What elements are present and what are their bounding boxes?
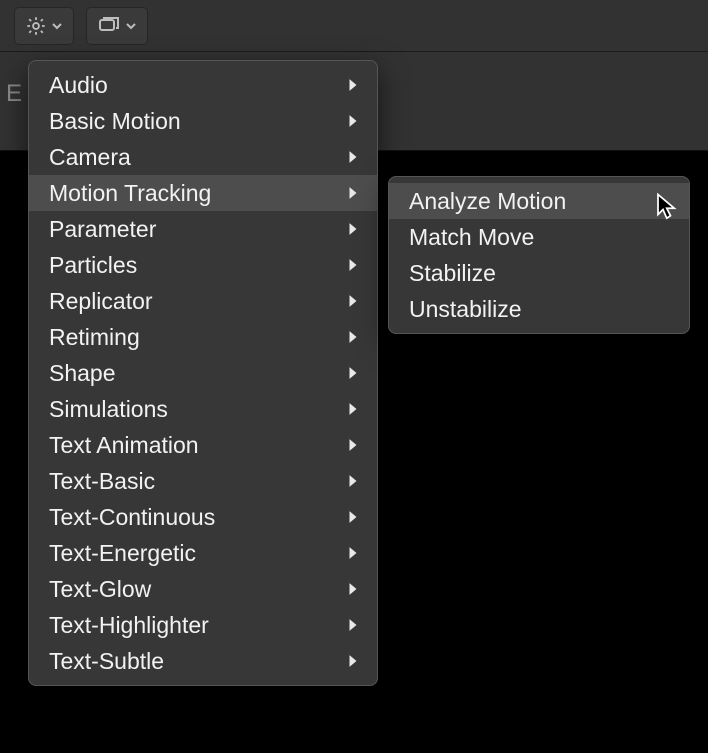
submenu-item-label: Unstabilize — [409, 291, 522, 327]
submenu-item-label: Stabilize — [409, 255, 496, 291]
menu-item-label: Text-Highlighter — [49, 607, 209, 643]
menu-item-label: Parameter — [49, 211, 156, 247]
menu-item-label: Text-Energetic — [49, 535, 196, 571]
submenu-arrow-icon — [347, 294, 359, 308]
menu-item-text-continuous[interactable]: Text-Continuous — [29, 499, 377, 535]
menu-item-label: Basic Motion — [49, 103, 181, 139]
menu-item-text-highlighter[interactable]: Text-Highlighter — [29, 607, 377, 643]
submenu-arrow-icon — [347, 186, 359, 200]
submenu-arrow-icon — [347, 582, 359, 596]
submenu-arrow-icon — [347, 510, 359, 524]
menu-item-label: Simulations — [49, 391, 168, 427]
menu-item-text-basic[interactable]: Text-Basic — [29, 463, 377, 499]
menu-item-motion-tracking[interactable]: Motion Tracking — [29, 175, 377, 211]
menu-item-label: Audio — [49, 67, 108, 103]
chevron-down-icon — [51, 20, 63, 32]
menu-item-text-glow[interactable]: Text-Glow — [29, 571, 377, 607]
submenu-arrow-icon — [347, 330, 359, 344]
toolbar — [0, 0, 708, 52]
submenu-arrow-icon — [347, 78, 359, 92]
menu-item-label: Text-Basic — [49, 463, 155, 499]
menu-item-label: Camera — [49, 139, 131, 175]
gear-icon — [25, 15, 47, 37]
submenu-item-analyze-motion[interactable]: Analyze Motion — [389, 183, 689, 219]
menu-item-label: Text-Subtle — [49, 643, 164, 679]
submenu-item-match-move[interactable]: Match Move — [389, 219, 689, 255]
menu-item-particles[interactable]: Particles — [29, 247, 377, 283]
menu-item-basic-motion[interactable]: Basic Motion — [29, 103, 377, 139]
submenu-arrow-icon — [347, 546, 359, 560]
submenu-item-label: Match Move — [409, 219, 534, 255]
menu-item-label: Retiming — [49, 319, 140, 355]
submenu-arrow-icon — [347, 114, 359, 128]
menu-item-replicator[interactable]: Replicator — [29, 283, 377, 319]
submenu-item-unstabilize[interactable]: Unstabilize — [389, 291, 689, 327]
menu-item-label: Motion Tracking — [49, 175, 211, 211]
menu-item-label: Shape — [49, 355, 116, 391]
menu-item-text-subtle[interactable]: Text-Subtle — [29, 643, 377, 679]
menu-item-parameter[interactable]: Parameter — [29, 211, 377, 247]
inspector-tab-letter: E — [6, 80, 22, 108]
menu-item-label: Particles — [49, 247, 137, 283]
submenu-arrow-icon — [347, 258, 359, 272]
submenu-arrow-icon — [347, 618, 359, 632]
behaviors-menu: AudioBasic MotionCameraMotion TrackingPa… — [28, 60, 378, 686]
menu-item-audio[interactable]: Audio — [29, 67, 377, 103]
filter-stack-icon — [97, 16, 121, 36]
menu-item-text-energetic[interactable]: Text-Energetic — [29, 535, 377, 571]
submenu-arrow-icon — [347, 402, 359, 416]
behaviors-popup-button[interactable] — [14, 7, 74, 45]
menu-item-simulations[interactable]: Simulations — [29, 391, 377, 427]
submenu-arrow-icon — [347, 654, 359, 668]
submenu-arrow-icon — [347, 474, 359, 488]
submenu-item-stabilize[interactable]: Stabilize — [389, 255, 689, 291]
submenu-arrow-icon — [347, 150, 359, 164]
submenu-arrow-icon — [347, 366, 359, 380]
menu-item-retiming[interactable]: Retiming — [29, 319, 377, 355]
menu-item-label: Text Animation — [49, 427, 199, 463]
motion-tracking-submenu: Analyze MotionMatch MoveStabilizeUnstabi… — [388, 176, 690, 334]
menu-item-shape[interactable]: Shape — [29, 355, 377, 391]
menu-item-camera[interactable]: Camera — [29, 139, 377, 175]
menu-item-label: Replicator — [49, 283, 153, 319]
menu-item-label: Text-Glow — [49, 571, 151, 607]
chevron-down-icon — [125, 20, 137, 32]
submenu-arrow-icon — [347, 438, 359, 452]
filters-popup-button[interactable] — [86, 7, 148, 45]
submenu-item-label: Analyze Motion — [409, 183, 566, 219]
submenu-arrow-icon — [347, 222, 359, 236]
menu-item-label: Text-Continuous — [49, 499, 215, 535]
menu-item-text-animation[interactable]: Text Animation — [29, 427, 377, 463]
